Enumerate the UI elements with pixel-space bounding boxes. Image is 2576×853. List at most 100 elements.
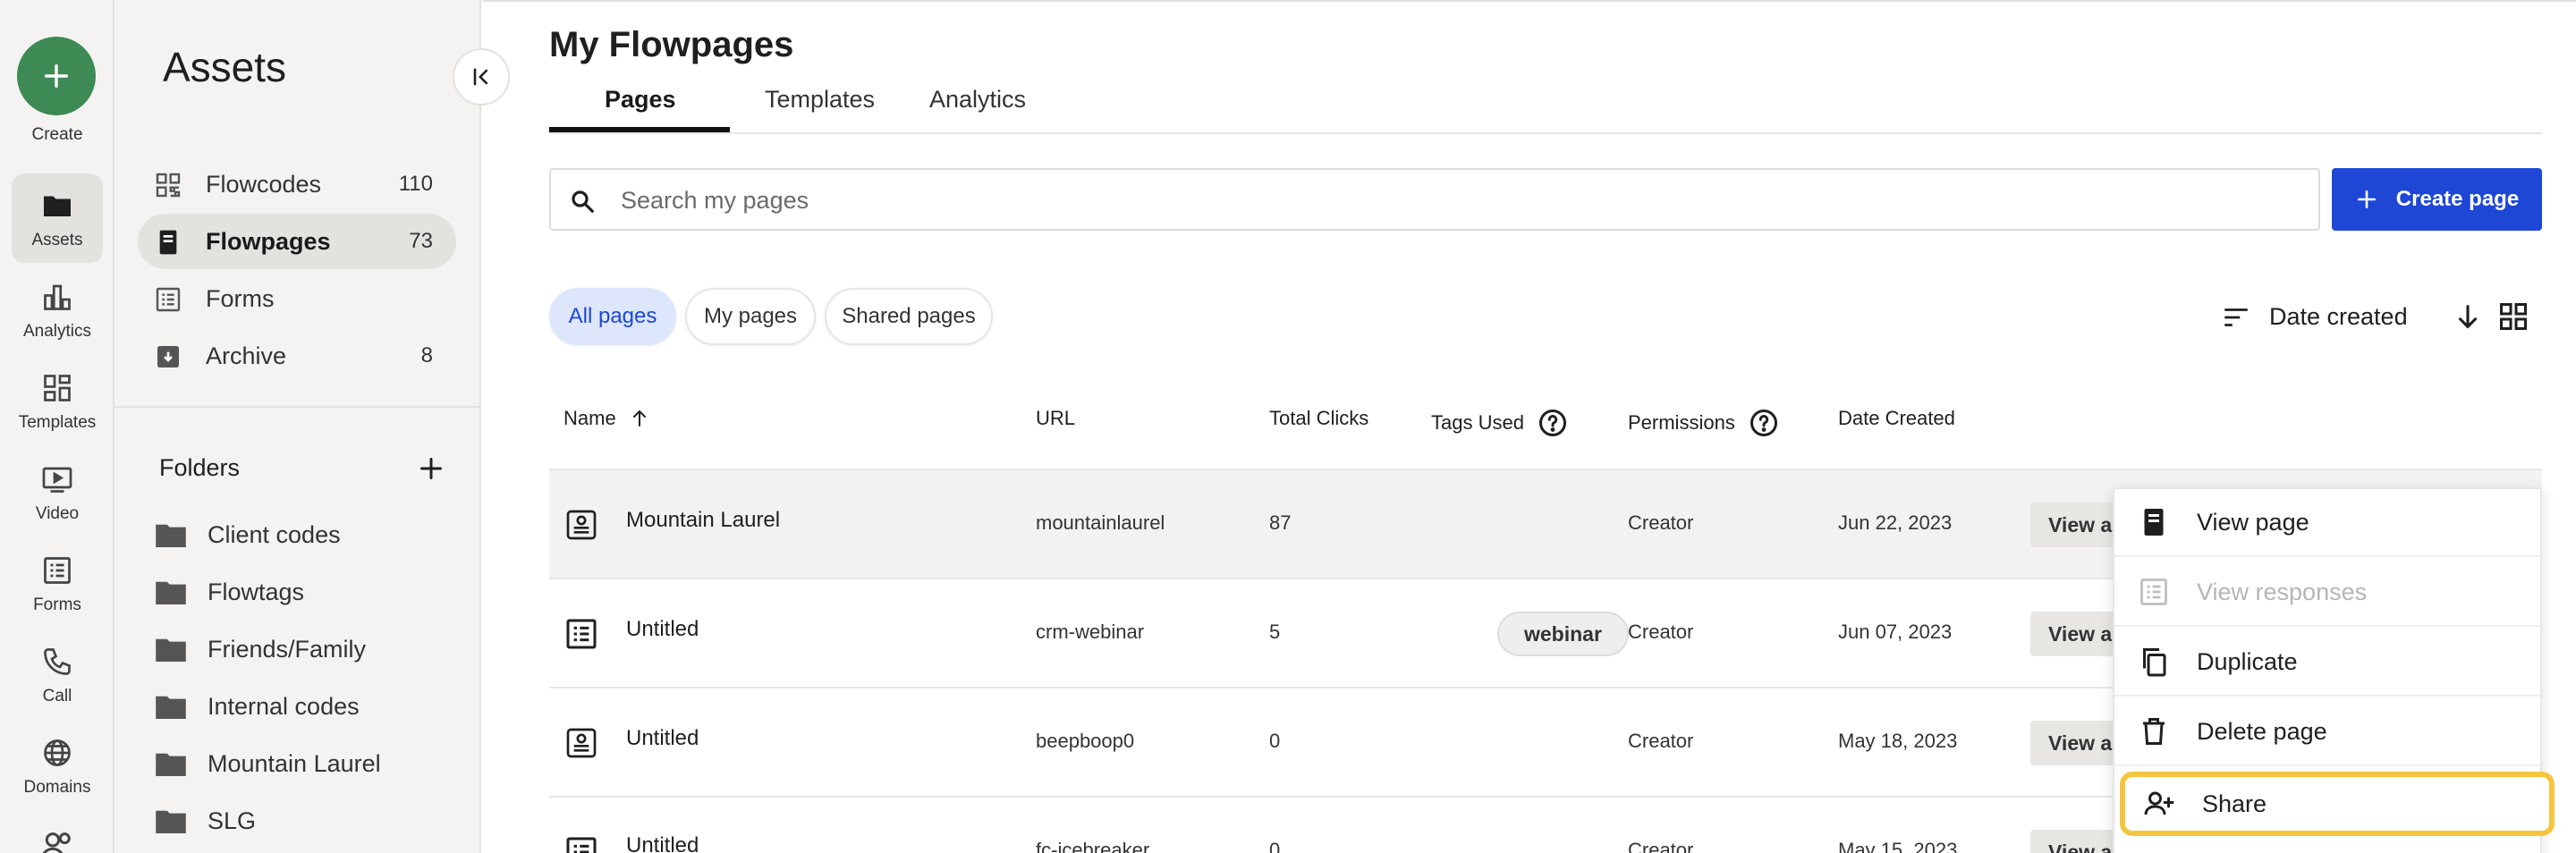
folder-label: Flowtags	[208, 578, 305, 605]
menu-item-label: View responses	[2197, 578, 2368, 605]
rail-item-templates[interactable]: Templates	[12, 356, 103, 445]
people-icon[interactable]	[39, 828, 75, 853]
folder-icon	[156, 638, 186, 662]
page-title: My Flowpages	[549, 25, 794, 64]
create-label: Create	[31, 125, 83, 144]
nav-item-flowcodes[interactable]: Flowcodes 110	[138, 156, 456, 212]
menu-item-duplicate[interactable]: Duplicate	[2114, 629, 2540, 697]
folder-icon	[156, 524, 186, 547]
folder-item[interactable]: Client codes	[156, 517, 341, 553]
create-page-label: Create page	[2395, 187, 2520, 211]
row-name[interactable]: Untitled	[626, 617, 699, 642]
mobile-page-icon	[159, 230, 177, 255]
tag-chip[interactable]: webinar	[1497, 612, 1629, 656]
rail-item-label: Assets	[31, 231, 83, 249]
row-name[interactable]: Mountain Laurel	[626, 508, 780, 533]
folder-item[interactable]: Friends/Family	[156, 631, 366, 667]
rail-item-label: Templates	[18, 413, 97, 432]
collapse-sidebar-button[interactable]	[453, 48, 510, 106]
rail-item-label: Analytics	[22, 322, 92, 341]
menu-item-view-responses: View responses	[2114, 559, 2540, 627]
rail-item-call[interactable]: Call	[12, 629, 103, 719]
form-list-icon	[566, 837, 597, 853]
folder-item[interactable]: Mountain Laurel	[156, 746, 381, 781]
nav-item-count: 8	[420, 343, 433, 367]
page-template-icon	[566, 510, 597, 540]
rail-item-video[interactable]: Video	[12, 447, 103, 536]
row-url: crm-webinar	[1036, 621, 1145, 643]
plus-icon	[44, 63, 69, 89]
tab-templates[interactable]: Templates	[765, 86, 875, 114]
form-list-icon	[2140, 579, 2167, 605]
column-header-tags-used: Tags Used	[1431, 407, 1569, 439]
rail-item-analytics[interactable]: Analytics	[12, 265, 103, 354]
rail-item-forms[interactable]: Forms	[12, 538, 103, 628]
form-list-icon	[39, 553, 75, 588]
row-clicks: 0	[1269, 839, 1281, 853]
filter-my-pages[interactable]: My pages	[685, 288, 816, 345]
filter-all-pages[interactable]: All pages	[549, 288, 676, 345]
create-button[interactable]	[17, 37, 96, 115]
menu-item-delete-page[interactable]: Delete page	[2114, 698, 2540, 766]
rail-item-domains[interactable]: Domains	[12, 721, 103, 810]
sort-lines-icon[interactable]	[2220, 302, 2252, 333]
row-date: Jun 22, 2023	[1838, 511, 1953, 534]
grid-view-icon[interactable]	[2497, 300, 2529, 333]
tab-analytics[interactable]: Analytics	[929, 86, 1026, 114]
search-bar[interactable]	[549, 168, 2320, 231]
rail-item-label: Video	[35, 504, 80, 523]
row-permission: Creator	[1628, 511, 1694, 534]
menu-item-label: Duplicate	[2197, 647, 2298, 675]
folder-item[interactable]: Internal codes	[156, 688, 360, 724]
menu-item-share[interactable]: Share	[2120, 772, 2555, 836]
folder-icon	[156, 581, 186, 604]
column-header-label: Tags Used	[1431, 411, 1524, 434]
row-url: beepboop0	[1036, 730, 1135, 752]
mobile-page-icon	[2144, 509, 2164, 536]
rail-item-label: Forms	[33, 595, 81, 614]
column-header-date-created: Date Created	[1838, 407, 1955, 429]
row-name[interactable]: Untitled	[626, 726, 699, 751]
row-url: fc-icebreaker	[1036, 839, 1150, 853]
page-template-icon	[566, 728, 597, 758]
plus-icon	[2357, 190, 2376, 208]
form-list-icon	[566, 619, 597, 649]
top-border	[483, 0, 2576, 2]
create-page-button[interactable]: Create page	[2332, 168, 2542, 231]
sort-by-label[interactable]: Date created	[2269, 303, 2408, 331]
column-header-label: Name	[564, 407, 616, 429]
bar-chart-icon	[39, 279, 75, 315]
folder-icon	[156, 753, 186, 776]
help-icon[interactable]	[1748, 407, 1780, 439]
arrow-up-icon	[632, 410, 646, 426]
column-header-name[interactable]: Name	[564, 407, 650, 430]
nav-item-count: 110	[398, 172, 433, 196]
row-name[interactable]: Untitled	[626, 833, 699, 853]
folder-label: Internal codes	[208, 692, 360, 720]
search-icon	[572, 190, 594, 213]
arrow-down-icon[interactable]	[2453, 300, 2483, 333]
filter-shared-pages[interactable]: Shared pages	[825, 288, 993, 345]
help-icon[interactable]	[1537, 407, 1569, 439]
nav-item-forms[interactable]: Forms	[138, 271, 456, 326]
column-header-total-clicks: Total Clicks	[1269, 407, 1369, 429]
folder-label: Client codes	[208, 520, 341, 548]
rail-item-label: Domains	[23, 778, 91, 797]
menu-item-view-page[interactable]: View page	[2114, 489, 2540, 557]
nav-item-archive[interactable]: Archive 8	[138, 328, 456, 384]
nav-item-flowpages[interactable]: Flowpages 73	[138, 214, 456, 269]
panel-title: Assets	[163, 44, 287, 90]
archive-box-icon	[157, 346, 179, 367]
search-input[interactable]	[621, 181, 2302, 220]
trash-icon	[2143, 718, 2165, 745]
tab-pages[interactable]: Pages	[605, 86, 676, 114]
folder-icon	[39, 188, 75, 224]
add-folder-plus-icon[interactable]	[415, 452, 447, 485]
rail-item-assets[interactable]: Assets	[12, 173, 103, 263]
nav-item-label: Flowcodes	[206, 170, 322, 198]
folder-item[interactable]: SLG	[156, 803, 256, 839]
folder-item[interactable]: Flowtags	[156, 574, 304, 610]
row-clicks: 5	[1269, 621, 1281, 643]
folder-label: Friends/Family	[208, 635, 367, 663]
folders-heading: Folders	[159, 454, 241, 481]
